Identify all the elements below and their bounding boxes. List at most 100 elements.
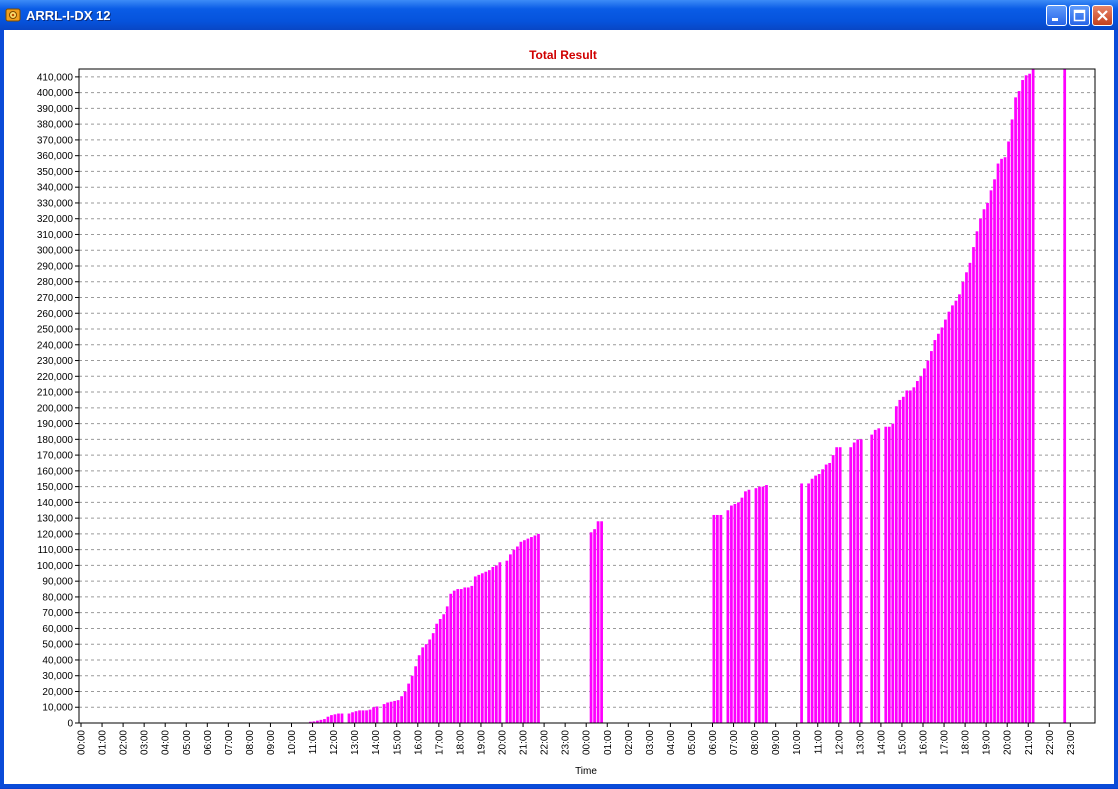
bar: [340, 713, 344, 723]
x-tick-label: 23:00: [561, 730, 572, 755]
x-tick-label: 16:00: [919, 730, 930, 755]
x-tick-label: 18:00: [455, 730, 466, 755]
bar: [512, 549, 516, 723]
y-tick-label: 110,000: [38, 545, 74, 556]
x-tick-label: 12:00: [834, 730, 845, 755]
maximize-button[interactable]: [1069, 5, 1090, 26]
bar: [351, 712, 354, 723]
bar: [487, 570, 491, 723]
x-tick-label: 13:00: [350, 730, 361, 755]
x-tick-label: 17:00: [940, 730, 951, 755]
bar: [393, 700, 396, 723]
bar: [986, 202, 989, 723]
bar: [908, 390, 912, 723]
bar: [856, 439, 860, 723]
bar: [1031, 69, 1035, 723]
bar: [438, 618, 442, 723]
bar: [484, 571, 488, 723]
bar: [589, 532, 593, 723]
close-button[interactable]: [1092, 5, 1113, 26]
bar: [740, 497, 744, 723]
bar: [951, 305, 954, 723]
bar-chart: Total Result 0 10,000 20,000 30,000 40,000 50…: [37, 48, 1096, 777]
y-tick-label: 400,000: [37, 88, 74, 99]
bar: [407, 683, 411, 723]
bar: [915, 381, 919, 723]
bar: [509, 554, 512, 723]
y-tick-label: 320,000: [37, 214, 74, 225]
chart-title: Total Result: [529, 48, 597, 62]
bar: [838, 447, 842, 723]
bar: [761, 486, 765, 723]
y-tick-label: 310,000: [37, 230, 74, 241]
bar: [926, 360, 930, 723]
bar: [498, 562, 502, 723]
minimize-icon: [1052, 18, 1058, 21]
bar: [975, 231, 979, 723]
bar: [421, 647, 425, 723]
bar: [947, 311, 951, 723]
bar: [323, 719, 326, 723]
bar: [765, 485, 768, 723]
bar: [744, 491, 747, 723]
bar: [452, 590, 456, 723]
bar: [424, 644, 428, 723]
bar: [431, 633, 435, 723]
bar: [365, 710, 368, 723]
x-tick-label: 16:00: [413, 730, 424, 755]
bar: [930, 351, 933, 723]
y-tick-label: 80,000: [42, 592, 73, 603]
bar: [821, 469, 824, 723]
bar: [516, 546, 519, 723]
bar: [491, 566, 495, 723]
bar: [449, 593, 453, 723]
x-tick-label: 08:00: [245, 730, 256, 755]
y-tick-label: 100,000: [37, 561, 74, 572]
minimize-button[interactable]: [1046, 5, 1067, 26]
y-tick-label: 250,000: [37, 325, 74, 336]
bar: [519, 541, 523, 723]
y-axis: 0 10,000 20,000 30,000 40,000 50,000 60,000 70,…: [37, 72, 79, 730]
x-tick-label: 06:00: [203, 730, 214, 755]
bar: [884, 426, 888, 723]
bar: [877, 428, 881, 723]
y-tick-label: 30,000: [42, 671, 73, 682]
y-tick-label: 190,000: [37, 419, 74, 430]
bar: [961, 281, 965, 723]
bar: [754, 488, 758, 723]
bar: [807, 483, 810, 723]
bar: [1003, 157, 1007, 723]
close-icon: [1097, 10, 1108, 21]
bar: [919, 376, 923, 723]
y-tick-label: 410,000: [37, 72, 74, 83]
bar: [593, 529, 596, 723]
x-tick-label: 11:00: [308, 730, 319, 755]
x-tick-label: 00:00: [582, 730, 593, 755]
bar: [958, 294, 961, 723]
bar: [368, 709, 372, 723]
y-tick-label: 180,000: [37, 435, 74, 446]
y-tick-label: 360,000: [37, 151, 74, 162]
bar: [912, 387, 916, 723]
bar: [965, 272, 968, 723]
bars: [252, 69, 1067, 724]
chart-area: Total Result 0 10,000 20,000 30,000 40,000 50…: [4, 30, 1114, 784]
title-bar[interactable]: ARRL-I-DX 12: [0, 0, 1118, 30]
y-tick-label: 160,000: [37, 466, 74, 477]
bar: [494, 565, 498, 723]
bar: [333, 714, 337, 723]
x-tick-label: 01:00: [603, 730, 614, 755]
x-tick-label: 04:00: [666, 730, 677, 755]
x-tick-label: 22:00: [1045, 730, 1056, 755]
x-tick-label: 17:00: [434, 730, 445, 755]
bar: [537, 533, 540, 723]
y-tick-label: 370,000: [37, 135, 74, 146]
y-tick-label: 330,000: [37, 198, 74, 209]
bar: [372, 707, 375, 723]
y-tick-label: 10,000: [42, 703, 73, 714]
bar: [937, 333, 940, 723]
x-tick-label: 10:00: [792, 730, 803, 755]
y-tick-label: 260,000: [37, 309, 74, 320]
y-tick-label: 270,000: [37, 293, 74, 304]
bar: [989, 190, 993, 724]
